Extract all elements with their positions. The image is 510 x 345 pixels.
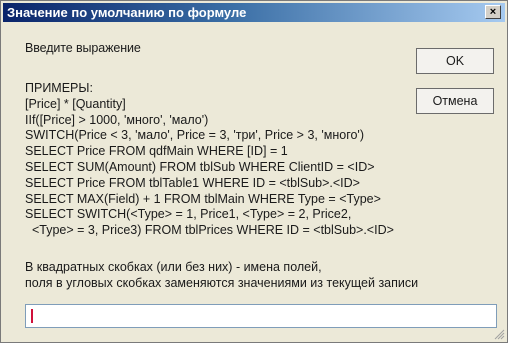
- resize-grip-icon[interactable]: [493, 328, 505, 340]
- close-button[interactable]: ×: [485, 5, 501, 19]
- title-bar[interactable]: Значение по умолчанию по формуле ×: [3, 3, 505, 22]
- example-line: <Type> = 3, Price3) FROM tblPrices WHERE…: [25, 223, 394, 238]
- hint-line: В квадратных скобках (или без них) - име…: [25, 260, 322, 274]
- example-line: SELECT Price FROM tblTable1 WHERE ID = <…: [25, 175, 360, 190]
- text-caret: [31, 309, 33, 323]
- close-icon: ×: [489, 6, 497, 18]
- example-line: SELECT SUM(Amount) FROM tblSub WHERE Cli…: [25, 159, 375, 174]
- examples-heading: ПРИМЕРЫ:: [25, 81, 93, 95]
- hint-line: поля в угловых скобках заменяются значен…: [25, 276, 419, 290]
- prompt-label: Введите выражение: [25, 41, 141, 55]
- example-line: SELECT Price FROM qdfMain WHERE [ID] = 1: [25, 144, 288, 159]
- example-line: IIf([Price] > 1000, 'много', 'мало'): [25, 112, 209, 127]
- example-line: [Price] * [Quantity]: [25, 96, 126, 111]
- example-line: SWITCH(Price < 3, 'мало', Price = 3, 'тр…: [25, 128, 364, 143]
- example-line: SELECT SWITCH(<Type> = 1, Price1, <Type>…: [25, 207, 352, 222]
- ok-button[interactable]: OK: [416, 48, 494, 74]
- examples-block: ПРИМЕРЫ: [Price] * [Quantity] IIf([Price…: [25, 81, 394, 239]
- window-title: Значение по умолчанию по формуле: [7, 5, 247, 20]
- formula-dialog: Значение по умолчанию по формуле × Введи…: [0, 0, 508, 343]
- cancel-button[interactable]: Отмена: [416, 88, 494, 114]
- expression-input[interactable]: [25, 304, 497, 328]
- hint-text: В квадратных скобках (или без них) - име…: [25, 259, 418, 291]
- example-line: SELECT MAX(Field) + 1 FROM tblMain WHERE…: [25, 191, 381, 206]
